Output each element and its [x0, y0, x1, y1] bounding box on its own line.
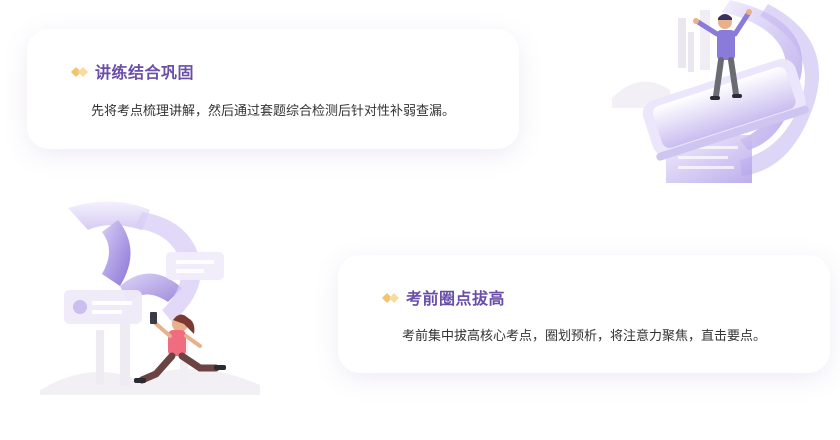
feature-title: 考前圈点拔高 [406, 289, 506, 308]
feature-card-header: 讲练结合巩固 [71, 59, 194, 83]
woman-running-with-phone-illustration [30, 190, 280, 400]
feature-title: 讲练结合巩固 [95, 63, 195, 82]
feature-card-practice: 讲练结合巩固 先将考点梳理讲解，然后通过套题综合检测后针对性补弱查漏。 [27, 29, 519, 149]
feature-card-header: 考前圈点拔高 [382, 285, 505, 309]
double-diamond-bullet-icon [71, 64, 91, 78]
feature-description: 考前集中拔高核心考点，圈划预析，将注意力聚焦，直击要点。 [402, 329, 767, 344]
feature-description: 先将考点梳理讲解，然后通过套题综合检测后针对性补弱查漏。 [91, 104, 456, 119]
man-standing-on-phone-illustration [600, 0, 840, 190]
double-diamond-bullet-icon [382, 290, 402, 304]
feature-card-exam-prep: 考前圈点拔高 考前集中拔高核心考点，圈划预析，将注意力聚焦，直击要点。 [338, 255, 830, 373]
